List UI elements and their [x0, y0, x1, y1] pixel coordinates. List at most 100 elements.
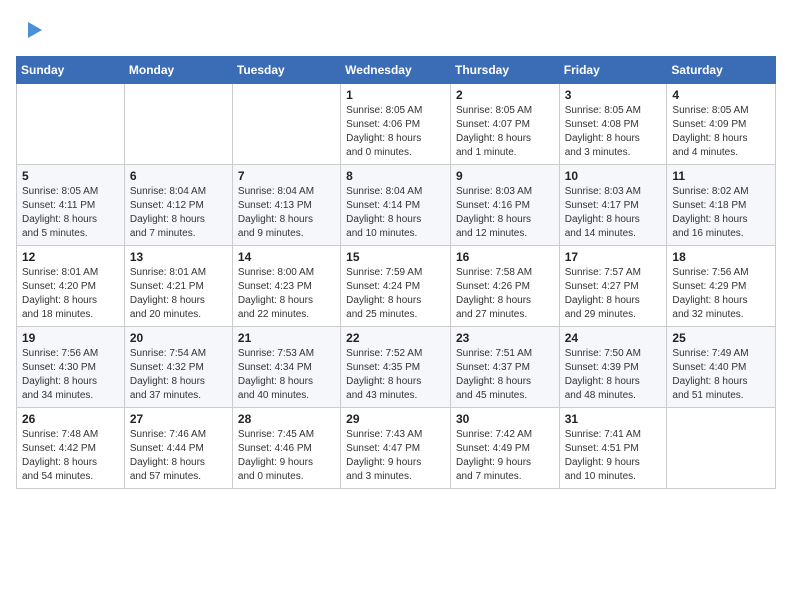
- day-info: Sunrise: 7:46 AMSunset: 4:44 PMDaylight:…: [130, 428, 227, 484]
- day-info: Sunrise: 7:41 AMSunset: 4:51 PMDaylight:…: [565, 428, 662, 484]
- day-info: Sunrise: 8:00 AMSunset: 4:23 PMDaylight:…: [238, 266, 335, 322]
- calendar-cell: 28 Sunrise: 7:45 AMSunset: 4:46 PMDayligh…: [232, 408, 340, 489]
- day-info: Sunrise: 7:51 AMSunset: 4:37 PMDaylight:…: [456, 347, 554, 403]
- day-info: Sunrise: 7:52 AMSunset: 4:35 PMDaylight:…: [346, 347, 445, 403]
- day-info: Sunrise: 7:43 AMSunset: 4:47 PMDaylight:…: [346, 428, 445, 484]
- day-info: Sunrise: 8:02 AMSunset: 4:18 PMDaylight:…: [672, 185, 770, 241]
- day-number: 9: [456, 169, 554, 183]
- day-header-monday: Monday: [124, 57, 232, 84]
- calendar-cell: 17Sunrise: 7:57 AMSunset: 4:27 PMDayligh…: [559, 246, 667, 327]
- calendar-cell: 25Sunrise: 7:49 AMSunset: 4:40 PMDayligh…: [667, 327, 776, 408]
- calendar-cell: [17, 84, 125, 165]
- day-number: 11: [672, 169, 770, 183]
- day-number: 16: [456, 250, 554, 264]
- day-number: 24: [565, 331, 662, 345]
- day-info: Sunrise: 7:50 AMSunset: 4:39 PMDaylight:…: [565, 347, 662, 403]
- day-info: Sunrise: 8:03 AMSunset: 4:16 PMDaylight:…: [456, 185, 554, 241]
- day-number: 18: [672, 250, 770, 264]
- day-info: Sunrise: 8:04 AMSunset: 4:13 PMDaylight:…: [238, 185, 335, 241]
- calendar-cell: [667, 408, 776, 489]
- calendar-cell: 11 Sunrise: 8:02 AMSunset: 4:18 PMDayligh…: [667, 165, 776, 246]
- day-info: Sunrise: 8:05 AMSunset: 4:06 PMDaylight:…: [346, 104, 445, 160]
- day-info: Sunrise: 8:03 AMSunset: 4:17 PMDaylight:…: [565, 185, 662, 241]
- day-number: 5: [22, 169, 119, 183]
- day-info: Sunrise: 8:04 AMSunset: 4:14 PMDaylight:…: [346, 185, 445, 241]
- day-info: Sunrise: 7:58 AMSunset: 4:26 PMDaylight:…: [456, 266, 554, 322]
- day-header-saturday: Saturday: [667, 57, 776, 84]
- day-number: 17: [565, 250, 662, 264]
- calendar-cell: 9 Sunrise: 8:03 AMSunset: 4:16 PMDaylight…: [450, 165, 559, 246]
- calendar-cell: 21 Sunrise: 7:53 AMSunset: 4:34 PMDayligh…: [232, 327, 340, 408]
- calendar-cell: 30 Sunrise: 7:42 AMSunset: 4:49 PMDayligh…: [450, 408, 559, 489]
- day-number: 12: [22, 250, 119, 264]
- calendar-cell: 2Sunrise: 8:05 AMSunset: 4:07 PMDaylight…: [450, 84, 559, 165]
- day-header-sunday: Sunday: [17, 57, 125, 84]
- day-number: 21: [238, 331, 335, 345]
- day-number: 23: [456, 331, 554, 345]
- days-header-row: SundayMondayTuesdayWednesdayThursdayFrid…: [17, 57, 776, 84]
- day-number: 30: [456, 412, 554, 426]
- day-info: Sunrise: 7:45 AMSunset: 4:46 PMDaylight:…: [238, 428, 335, 484]
- day-number: 19: [22, 331, 119, 345]
- day-info: Sunrise: 7:48 AMSunset: 4:42 PMDaylight:…: [22, 428, 119, 484]
- calendar-cell: 26 Sunrise: 7:48 AMSunset: 4:42 PMDayligh…: [17, 408, 125, 489]
- calendar-cell: 27 Sunrise: 7:46 AMSunset: 4:44 PMDayligh…: [124, 408, 232, 489]
- day-header-thursday: Thursday: [450, 57, 559, 84]
- day-number: 6: [130, 169, 227, 183]
- calendar-cell: 7 Sunrise: 8:04 AMSunset: 4:13 PMDaylight…: [232, 165, 340, 246]
- calendar-cell: 6 Sunrise: 8:04 AMSunset: 4:12 PMDaylight…: [124, 165, 232, 246]
- day-header-tuesday: Tuesday: [232, 57, 340, 84]
- day-number: 27: [130, 412, 227, 426]
- calendar-cell: 23 Sunrise: 7:51 AMSunset: 4:37 PMDayligh…: [450, 327, 559, 408]
- day-number: 13: [130, 250, 227, 264]
- day-number: 8: [346, 169, 445, 183]
- day-info: Sunrise: 7:49 AMSunset: 4:40 PMDaylight:…: [672, 347, 770, 403]
- day-number: 3: [565, 88, 662, 102]
- day-info: Sunrise: 8:04 AMSunset: 4:12 PMDaylight:…: [130, 185, 227, 241]
- calendar-cell: 10 Sunrise: 8:03 AMSunset: 4:17 PMDayligh…: [559, 165, 667, 246]
- logo-icon: [18, 16, 46, 44]
- calendar-week-1: 1 Sunrise: 8:05 AMSunset: 4:06 PMDaylight…: [17, 84, 776, 165]
- calendar-cell: 1 Sunrise: 8:05 AMSunset: 4:06 PMDaylight…: [341, 84, 451, 165]
- logo: [16, 16, 46, 44]
- day-number: 10: [565, 169, 662, 183]
- day-info: Sunrise: 7:56 AMSunset: 4:29 PMDaylight:…: [672, 266, 770, 322]
- day-header-wednesday: Wednesday: [341, 57, 451, 84]
- day-number: 29: [346, 412, 445, 426]
- calendar-cell: 19 Sunrise: 7:56 AMSunset: 4:30 PMDayligh…: [17, 327, 125, 408]
- day-info: Sunrise: 8:05 AMSunset: 4:07 PMDaylight:…: [456, 104, 554, 160]
- day-info: Sunrise: 7:42 AMSunset: 4:49 PMDaylight:…: [456, 428, 554, 484]
- day-number: 22: [346, 331, 445, 345]
- calendar-cell: 4Sunrise: 8:05 AMSunset: 4:09 PMDaylight…: [667, 84, 776, 165]
- calendar-cell: 3 Sunrise: 8:05 AMSunset: 4:08 PMDaylight…: [559, 84, 667, 165]
- day-info: Sunrise: 7:53 AMSunset: 4:34 PMDaylight:…: [238, 347, 335, 403]
- calendar-cell: 15Sunrise: 7:59 AMSunset: 4:24 PMDayligh…: [341, 246, 451, 327]
- calendar-week-5: 26 Sunrise: 7:48 AMSunset: 4:42 PMDayligh…: [17, 408, 776, 489]
- calendar-week-4: 19 Sunrise: 7:56 AMSunset: 4:30 PMDayligh…: [17, 327, 776, 408]
- day-info: Sunrise: 7:54 AMSunset: 4:32 PMDaylight:…: [130, 347, 227, 403]
- page-header: [16, 16, 776, 44]
- day-number: 7: [238, 169, 335, 183]
- calendar-week-2: 5Sunrise: 8:05 AMSunset: 4:11 PMDaylight…: [17, 165, 776, 246]
- day-number: 14: [238, 250, 335, 264]
- day-info: Sunrise: 8:05 AMSunset: 4:08 PMDaylight:…: [565, 104, 662, 160]
- calendar-cell: 16 Sunrise: 7:58 AMSunset: 4:26 PMDayligh…: [450, 246, 559, 327]
- calendar-cell: [124, 84, 232, 165]
- calendar-week-3: 12 Sunrise: 8:01 AMSunset: 4:20 PMDayligh…: [17, 246, 776, 327]
- calendar-cell: [232, 84, 340, 165]
- day-number: 28: [238, 412, 335, 426]
- day-header-friday: Friday: [559, 57, 667, 84]
- calendar-cell: 18 Sunrise: 7:56 AMSunset: 4:29 PMDayligh…: [667, 246, 776, 327]
- day-info: Sunrise: 8:05 AMSunset: 4:09 PMDaylight:…: [672, 104, 770, 160]
- calendar-cell: 24 Sunrise: 7:50 AMSunset: 4:39 PMDayligh…: [559, 327, 667, 408]
- day-info: Sunrise: 7:59 AMSunset: 4:24 PMDaylight:…: [346, 266, 445, 322]
- day-number: 1: [346, 88, 445, 102]
- day-info: Sunrise: 8:01 AMSunset: 4:21 PMDaylight:…: [130, 266, 227, 322]
- calendar-cell: 22 Sunrise: 7:52 AMSunset: 4:35 PMDayligh…: [341, 327, 451, 408]
- day-number: 20: [130, 331, 227, 345]
- day-info: Sunrise: 8:01 AMSunset: 4:20 PMDaylight:…: [22, 266, 119, 322]
- day-info: Sunrise: 7:56 AMSunset: 4:30 PMDaylight:…: [22, 347, 119, 403]
- day-number: 31: [565, 412, 662, 426]
- calendar-cell: 12 Sunrise: 8:01 AMSunset: 4:20 PMDayligh…: [17, 246, 125, 327]
- day-number: 26: [22, 412, 119, 426]
